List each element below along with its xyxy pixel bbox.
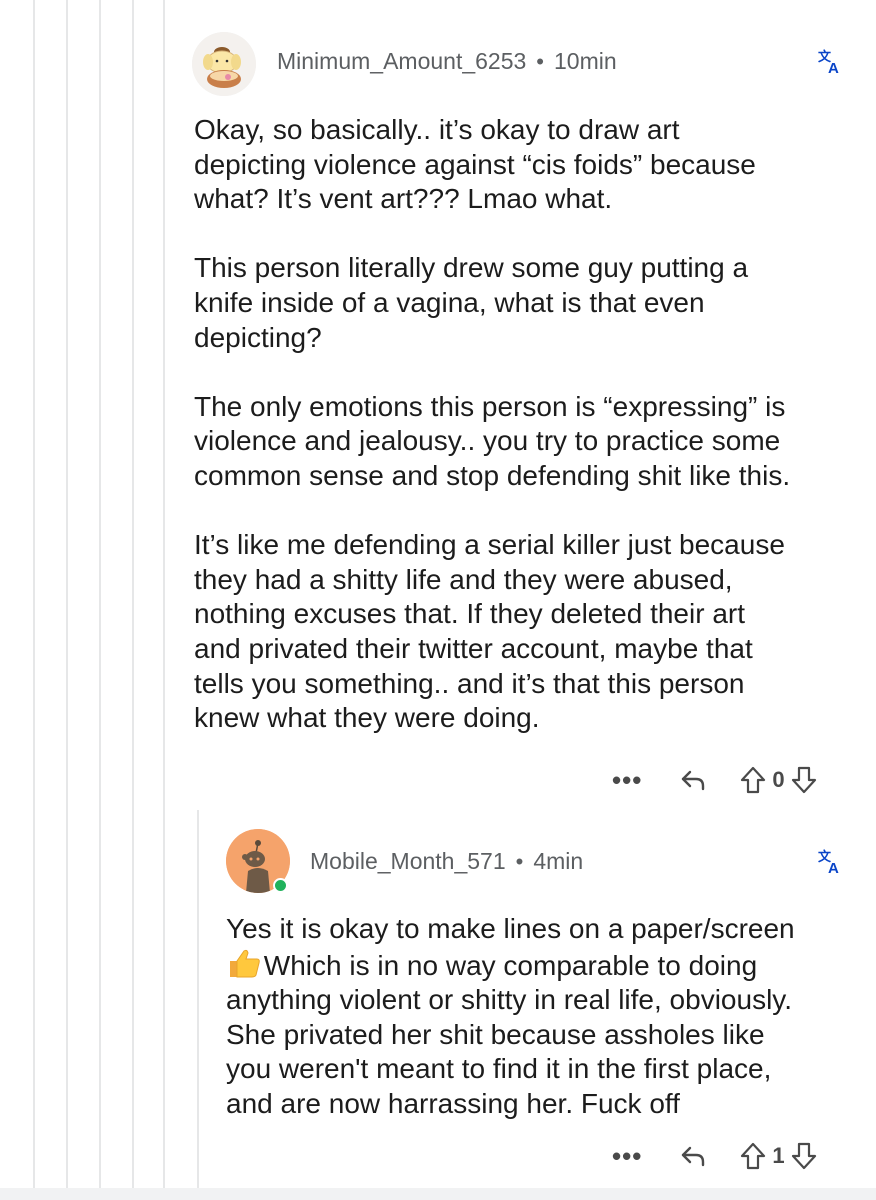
vote-count: 1: [772, 1143, 785, 1168]
text-line: It’s like me defending a serial killer j…: [194, 529, 785, 561]
text-line-content: Which is in no way comparable to doing: [256, 949, 758, 981]
text-line: knew what they were doing.: [194, 702, 540, 734]
upvote-arrow-icon: [741, 1142, 766, 1170]
downvote-icon[interactable]: [789, 764, 819, 796]
text-line: anything violent or shitty in real life,…: [226, 984, 792, 1016]
upvote-icon[interactable]: [738, 764, 768, 796]
online-status-indicator: [273, 878, 288, 893]
text-line: common sense and stop defending shit lik…: [194, 459, 791, 491]
text-line: and privated their twitter account, mayb…: [194, 632, 753, 664]
svg-text:A: A: [828, 60, 839, 75]
paragraph: It’s like me defending a serial killer j…: [194, 528, 790, 736]
text-line: they had a shitty life and they were abu…: [194, 563, 733, 595]
username[interactable]: Mobile_Month_571: [310, 848, 506, 875]
text-line: Which is in no way comparable to doing: [226, 947, 795, 984]
comment-header: Mobile_Month_571 • 4min: [310, 848, 583, 875]
comment-actions: ••• 0: [612, 764, 819, 796]
avatar-dog-icon: [192, 32, 256, 96]
text-line: knife inside of a vagina, what is that e…: [194, 286, 705, 318]
avatar[interactable]: [192, 32, 256, 96]
reply-icon[interactable]: [678, 1141, 708, 1171]
username[interactable]: Minimum_Amount_6253: [277, 48, 526, 75]
reply-icon[interactable]: [678, 765, 708, 795]
reply-arrow-icon: [682, 770, 705, 791]
text-line: nothing excuses that. If they deleted th…: [194, 598, 746, 630]
text-line: Okay, so basically.. it’s okay to draw a…: [194, 114, 680, 145]
translate-glyph-icon: 文 A: [818, 49, 839, 75]
comment-body: Yes it is okay to make lines on a paper/…: [226, 912, 795, 1122]
paragraph: Okay, so basically.. it’s okay to draw a…: [194, 113, 790, 217]
text-line: you weren't meant to find it in the firs…: [226, 1053, 772, 1085]
upvote-icon[interactable]: [738, 1140, 768, 1172]
translate-icon[interactable]: 文 A: [818, 849, 842, 875]
text-line: tells you something.. and it’s that this…: [194, 667, 745, 699]
text-line: depicting?: [194, 321, 322, 353]
downvote-icon[interactable]: [789, 1140, 819, 1172]
timestamp: 4min: [533, 848, 584, 874]
text-line: depicting violence against “cis foids” b…: [194, 148, 756, 180]
comment: Minimum_Amount_6253 • 10min 文 A Okay, so…: [0, 0, 876, 800]
comment-body: Okay, so basically.. it’s okay to draw a…: [194, 113, 790, 736]
comment: Mobile_Month_571 • 4min 文 A Yes it is ok…: [0, 800, 876, 1190]
text-line: violence and jealousy.. you try to pract…: [194, 425, 781, 457]
separator: •: [536, 48, 544, 74]
text-line: Yes it is okay to make lines on a paper/…: [226, 913, 795, 944]
text-line: The only emotions this person is “expres…: [194, 390, 786, 422]
text-line: This person literally drew some guy putt…: [194, 252, 749, 284]
svg-text:A: A: [828, 860, 839, 875]
translate-icon[interactable]: 文 A: [818, 49, 842, 75]
timestamp: 10min: [554, 48, 617, 74]
paragraph: This person literally drew some guy putt…: [194, 251, 790, 355]
text-line: She privated her shit because assholes l…: [226, 1018, 765, 1050]
bottom-bar: [0, 1188, 876, 1200]
text-line: and are now harrassing her. Fuck off: [226, 1087, 680, 1119]
more-options-button[interactable]: •••: [612, 1141, 642, 1172]
more-options-button[interactable]: •••: [612, 765, 642, 796]
translate-glyph-icon: 文 A: [818, 849, 839, 875]
reply-arrow-icon: [682, 1146, 705, 1167]
comment-header: Minimum_Amount_6253 • 10min: [277, 48, 617, 75]
vote-count: 0: [772, 767, 785, 792]
paragraph: The only emotions this person is “expres…: [194, 390, 790, 494]
upvote-arrow-icon: [741, 766, 766, 794]
text-line: what? It’s vent art??? Lmao what.: [194, 183, 613, 215]
downvote-arrow-icon: [791, 1142, 816, 1170]
thumbs-up-icon: [226, 947, 260, 978]
comment-actions: ••• 1: [612, 1140, 819, 1172]
downvote-arrow-icon: [791, 766, 816, 794]
separator: •: [515, 848, 524, 874]
